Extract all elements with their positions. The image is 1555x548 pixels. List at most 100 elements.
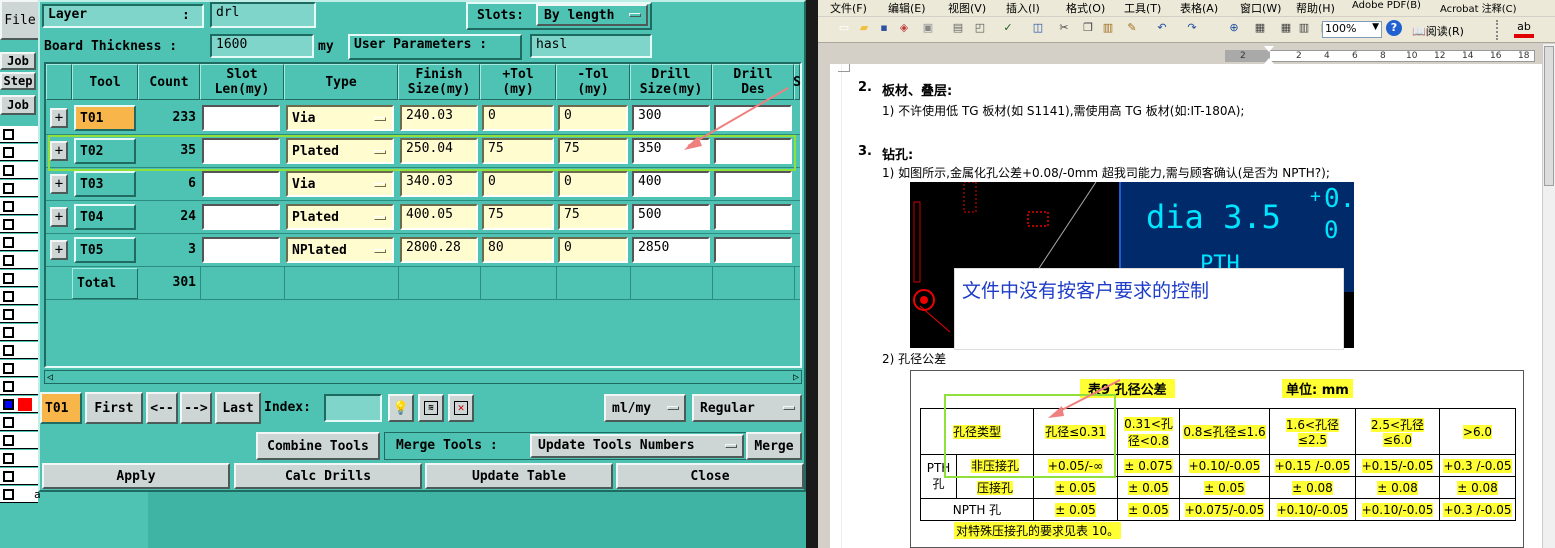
edit-icon-button[interactable]: ≋ — [418, 394, 444, 422]
expand-row-button[interactable]: + — [50, 207, 68, 227]
slots-dropdown[interactable]: By length — [536, 4, 648, 26]
layer-checkbox-row[interactable] — [0, 414, 38, 431]
layer-checkbox-row[interactable] — [0, 162, 38, 179]
units-dropdown[interactable]: ml/my — [604, 394, 686, 422]
horizontal-scrollbar[interactable]: ◁ ▷ — [44, 370, 802, 384]
word-menu-item[interactable]: 表格(A) — [1180, 0, 1218, 16]
layer-checkbox-row[interactable] — [0, 126, 38, 143]
expand-row-button[interactable]: + — [50, 174, 68, 194]
word-menu-item[interactable]: 窗口(W) — [1240, 0, 1281, 16]
redo-icon[interactable]: ↷ — [1184, 20, 1200, 36]
insert-table-icon[interactable]: ▦ — [1278, 20, 1294, 36]
delete-icon-button[interactable]: ✕ — [448, 394, 474, 422]
update-tools-numbers-dropdown[interactable]: Update Tools Numbers — [530, 434, 744, 458]
prev-button[interactable]: <-- — [146, 392, 178, 424]
type-dropdown[interactable]: Via — [286, 171, 394, 197]
finish-size-input[interactable]: 240.03 — [400, 105, 478, 131]
research-icon[interactable]: ◫ — [1030, 20, 1046, 36]
new-document-icon[interactable]: ▭ — [836, 20, 852, 36]
plus-tol-input[interactable]: 0 — [482, 105, 554, 131]
slot-len-input[interactable] — [202, 204, 280, 230]
word-menu-item[interactable]: 格式(O) — [1066, 0, 1105, 16]
apply-button[interactable]: Apply — [42, 463, 230, 489]
tool-cell[interactable]: T04 — [74, 204, 136, 230]
minus-tol-input[interactable]: 75 — [558, 204, 628, 230]
print-icon[interactable]: ▤ — [950, 20, 966, 36]
plus-tol-input[interactable]: 0 — [482, 171, 554, 197]
paste-icon[interactable]: ▥ — [1100, 20, 1116, 36]
tables-icon[interactable]: ▦ — [1252, 20, 1268, 36]
plus-tol-input[interactable]: 80 — [482, 237, 554, 263]
hyperlink-icon[interactable]: ⊕ — [1226, 20, 1242, 36]
layer-checkbox-row[interactable] — [0, 198, 38, 215]
layer-checkbox-row[interactable] — [0, 306, 38, 323]
cut-icon[interactable]: ✂ — [1056, 20, 1072, 36]
open-icon[interactable]: ▰ — [856, 20, 872, 36]
calc-drills-button[interactable]: Calc Drills — [234, 463, 422, 489]
type-dropdown[interactable]: NPlated — [286, 237, 394, 263]
undo-icon[interactable]: ↶ — [1154, 20, 1170, 36]
type-dropdown[interactable]: Plated — [286, 204, 394, 230]
drill-des-input[interactable] — [714, 171, 792, 197]
mode-dropdown[interactable]: Regular — [692, 394, 802, 422]
slot-len-input[interactable] — [202, 105, 280, 131]
drill-des-input[interactable] — [714, 237, 792, 263]
file-menu[interactable]: File — [0, 0, 40, 40]
print-preview-icon[interactable]: ▣ — [920, 20, 936, 36]
word-menu-item[interactable]: 工具(T) — [1124, 0, 1161, 16]
tool-cell[interactable]: T05 — [74, 237, 136, 263]
reading-button[interactable]: 📖阅读(R) — [1412, 23, 1464, 39]
next-button[interactable]: --> — [180, 392, 212, 424]
finish-size-input[interactable]: 2800.28 — [400, 237, 478, 263]
toolbar-grip[interactable] — [1496, 20, 1504, 40]
layer-checkbox-row[interactable] — [0, 270, 38, 287]
layer-checkbox-row[interactable] — [0, 234, 38, 251]
board-thickness-input[interactable]: 1600 — [210, 34, 314, 58]
finish-size-input[interactable]: 340.03 — [400, 171, 478, 197]
expand-row-button[interactable]: + — [50, 108, 68, 128]
layer-checkbox-row[interactable] — [0, 342, 38, 359]
side-step-button[interactable]: Step — [0, 72, 36, 90]
plus-tol-input[interactable]: 75 — [482, 204, 554, 230]
save-icon[interactable]: ▪ — [876, 20, 892, 36]
format-painter-icon[interactable]: ✎ — [1124, 20, 1140, 36]
layer-checkbox-row[interactable] — [0, 468, 38, 485]
last-button[interactable]: Last — [215, 392, 261, 424]
layer-checkbox-row[interactable] — [0, 216, 38, 233]
drill-size-input[interactable]: 500 — [632, 204, 710, 230]
tool-cell[interactable]: T01 — [74, 105, 136, 131]
word-menu-item[interactable]: 文件(F) — [830, 0, 867, 16]
layer-checkbox-row[interactable] — [0, 324, 38, 341]
close-button[interactable]: Close — [616, 463, 804, 489]
minus-tol-input[interactable]: 0 — [558, 105, 628, 131]
minus-tol-input[interactable]: 0 — [558, 171, 628, 197]
word-menu-item[interactable]: 视图(V) — [948, 0, 986, 16]
layer-checkbox-row[interactable] — [0, 180, 38, 197]
drill-size-input[interactable]: 2850 — [632, 237, 710, 263]
layer-checkbox-row[interactable] — [0, 360, 38, 377]
permission-icon[interactable]: ◈ — [896, 20, 912, 36]
finish-size-input[interactable]: 400.05 — [400, 204, 478, 230]
bulb-icon-button[interactable]: 💡 — [388, 394, 414, 422]
layer-checkbox-row[interactable] — [0, 288, 38, 305]
layer-checkbox-row[interactable] — [0, 396, 38, 413]
layer-checkbox-row[interactable] — [0, 378, 38, 395]
layer-checkbox-row[interactable] — [0, 144, 38, 161]
merge-button[interactable]: Merge — [746, 432, 802, 460]
drill-size-input[interactable]: 400 — [632, 171, 710, 197]
vertical-scrollbar[interactable] — [1542, 44, 1555, 548]
help-icon[interactable]: ? — [1386, 20, 1402, 36]
spelling-icon[interactable]: ✓ — [1000, 20, 1016, 36]
tool-cell[interactable]: T03 — [74, 171, 136, 197]
slot-len-input[interactable] — [202, 237, 280, 263]
ruler-indent-marker[interactable] — [1264, 46, 1274, 66]
side-job-button-2[interactable]: Job — [0, 95, 36, 115]
zoom-combo[interactable]: 100% ▼ — [1322, 21, 1382, 38]
scroll-left-icon[interactable]: ◁ — [47, 372, 53, 383]
scroll-right-icon[interactable]: ▷ — [793, 372, 799, 383]
type-dropdown[interactable]: Via — [286, 105, 394, 131]
expand-row-button[interactable]: + — [50, 240, 68, 260]
word-menu-item[interactable]: 插入(I) — [1006, 0, 1040, 16]
slot-len-input[interactable] — [202, 171, 280, 197]
update-table-button[interactable]: Update Table — [425, 463, 613, 489]
